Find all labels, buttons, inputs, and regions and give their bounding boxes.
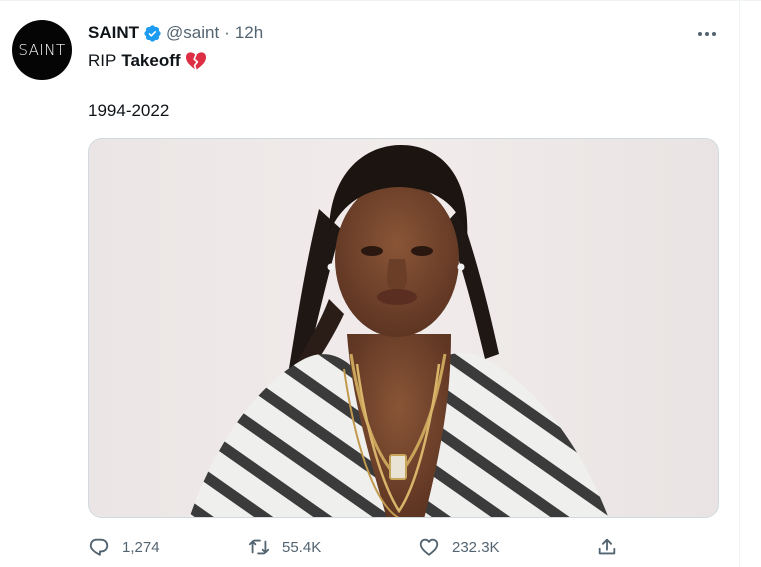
- like-icon: [419, 538, 439, 556]
- tweet-text-prefix: RIP: [88, 51, 117, 70]
- share-button[interactable]: [596, 536, 618, 558]
- timestamp[interactable]: 12h: [235, 23, 263, 43]
- tweet-text-line-1: RIP Takeoff: [88, 51, 207, 71]
- tweet-header: SAINT @saint · 12h: [88, 23, 263, 43]
- tweet-actions: 1,274 55.4K 232.3K: [88, 536, 719, 560]
- tweet-text-bold: Takeoff: [121, 51, 181, 70]
- portrait-photo-image: [89, 139, 718, 517]
- reply-button[interactable]: 1,274: [88, 536, 160, 558]
- reply-icon: [89, 538, 109, 556]
- right-divider: [739, 0, 740, 567]
- broken-heart-icon: [185, 52, 206, 71]
- tweet-text-line-2: 1994-2022: [88, 101, 170, 120]
- like-count: 232.3K: [452, 538, 500, 556]
- verified-badge-icon: [144, 24, 161, 42]
- avatar-logo-text: SAINT: [18, 41, 66, 59]
- tweet-photo[interactable]: [88, 138, 719, 518]
- like-button[interactable]: 232.3K: [418, 536, 500, 558]
- avatar[interactable]: SAINT: [12, 20, 72, 80]
- retweet-count: 55.4K: [282, 538, 322, 556]
- separator-dot: ·: [224, 23, 230, 42]
- reply-count: 1,274: [122, 538, 160, 556]
- user-handle[interactable]: @saint: [166, 23, 219, 43]
- retweet-icon: [248, 539, 270, 555]
- display-name[interactable]: SAINT: [88, 23, 139, 43]
- retweet-button[interactable]: 55.4K: [248, 536, 321, 558]
- more-options-button[interactable]: [694, 24, 720, 44]
- share-icon: [598, 538, 616, 555]
- tweet-card[interactable]: SAINT SAINT @saint · 12h RIP Takeoff 199…: [0, 0, 739, 567]
- more-dots-icon: [698, 32, 716, 36]
